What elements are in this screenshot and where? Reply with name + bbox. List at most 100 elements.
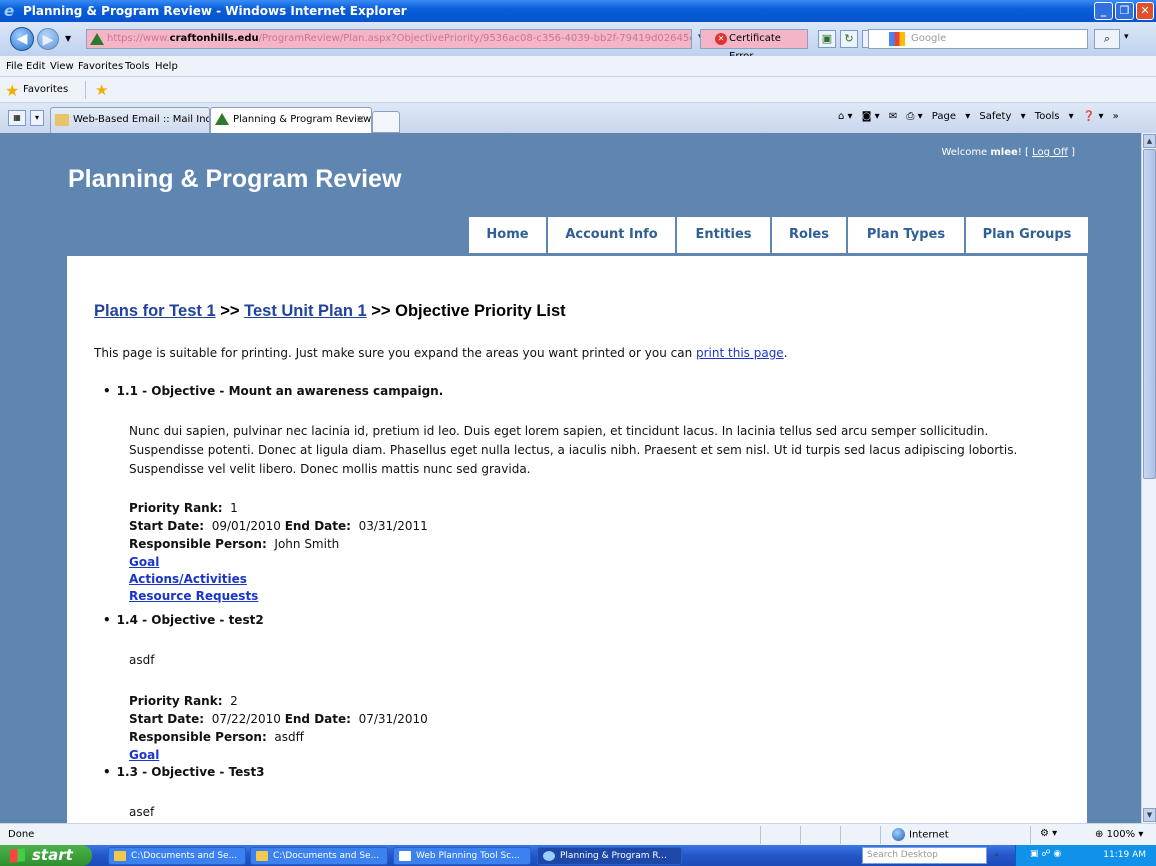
nav-account-info[interactable]: Account Info xyxy=(548,217,677,253)
scroll-up-icon[interactable]: ▲ xyxy=(1143,134,1156,148)
taskbar-item-ie[interactable]: Planning & Program R... xyxy=(537,847,682,865)
objective-description: asef xyxy=(129,805,155,819)
clock: 11:19 AM xyxy=(1103,850,1146,860)
favorites-star-icon[interactable]: ★ xyxy=(5,81,19,100)
favorites-button[interactable]: Favorites xyxy=(23,84,68,95)
google-icon xyxy=(889,32,905,46)
print-page-link[interactable]: print this page xyxy=(696,346,784,360)
goal-link[interactable]: Goal xyxy=(129,555,159,569)
taskbar-item-word[interactable]: Web Planning Tool Sc... xyxy=(393,847,531,865)
add-favorite-icon[interactable]: ★ xyxy=(95,81,108,99)
menu-file[interactable]: File xyxy=(6,61,23,72)
actions-activities-link[interactable]: Actions/Activities xyxy=(129,572,247,586)
nav-plan-types[interactable]: Plan Types xyxy=(848,217,966,253)
start-date-value: 07/22/2010 xyxy=(211,712,281,726)
menu-favorites[interactable]: Favorites xyxy=(78,61,123,72)
search-button[interactable]: ⌕ xyxy=(1094,29,1120,49)
tools-menu-label: Tools xyxy=(1034,111,1060,122)
page-menu[interactable]: Page ▾ xyxy=(932,111,970,122)
tab-list-dropdown-icon[interactable]: ▾ xyxy=(30,110,44,126)
feeds-icon[interactable]: ◙ ▾ xyxy=(862,111,880,122)
menu-help[interactable]: Help xyxy=(155,61,178,72)
start-button[interactable]: start xyxy=(0,845,92,866)
logoff-link[interactable]: Log Off xyxy=(1032,147,1068,158)
breadcrumb-unit-plan-link[interactable]: Test Unit Plan 1 xyxy=(244,302,367,320)
close-tab-icon[interactable]: ✕ xyxy=(356,108,365,132)
responsible-value: asdff xyxy=(274,730,304,744)
responsible-person: Responsible Person: asdff xyxy=(129,730,304,744)
refresh-icon[interactable]: ↻ xyxy=(840,30,858,48)
protected-mode-icon[interactable]: ⚙ ▾ xyxy=(1040,828,1057,839)
end-date-value: 07/31/2010 xyxy=(358,712,428,726)
safety-menu[interactable]: Safety ▾ xyxy=(979,111,1025,122)
chevron-right-icon[interactable]: » xyxy=(1113,111,1119,122)
objective-heading-text: 1.3 - Objective - Test3 xyxy=(116,765,265,779)
taskbar: start C:\Documents and Se... C:\Document… xyxy=(0,845,1156,866)
desktop-search-input[interactable]: Search Desktop ⌕ xyxy=(862,847,999,864)
home-icon[interactable]: ⌂ ▾ xyxy=(838,111,853,122)
breadcrumb-separator: >> xyxy=(366,302,396,320)
scroll-down-icon[interactable]: ▼ xyxy=(1143,808,1156,822)
address-input[interactable]: https://www.craftonhills.edu/ProgramRevi… xyxy=(86,29,692,49)
resource-requests-link[interactable]: Resource Requests xyxy=(129,589,258,603)
status-divider xyxy=(800,826,801,844)
scroll-thumb[interactable] xyxy=(1143,149,1156,479)
objective-description: Nunc dui sapien, pulvinar nec lacinia id… xyxy=(129,424,1018,476)
quick-tabs-icon[interactable]: ▦ xyxy=(8,110,26,126)
maximize-button[interactable]: ❐ xyxy=(1115,2,1134,20)
menu-view[interactable]: View xyxy=(50,61,74,72)
end-date-value: 03/31/2011 xyxy=(358,519,428,533)
end-date-label: End Date: xyxy=(284,519,351,533)
start-date-label: Start Date: xyxy=(129,712,205,726)
date-range: Start Date: 07/22/2010 End Date: 07/31/2… xyxy=(129,712,428,726)
security-zone[interactable]: Internet xyxy=(892,828,949,841)
url-prefix: https://www. xyxy=(107,33,170,44)
menu-tools[interactable]: Tools xyxy=(125,61,150,72)
read-mail-icon[interactable]: ✉ xyxy=(889,111,897,122)
search-input[interactable]: Google xyxy=(868,29,1088,49)
breadcrumb-plans-link[interactable]: Plans for Test 1 xyxy=(94,302,216,320)
priority-rank-label: Priority Rank: xyxy=(129,694,223,708)
minimize-button[interactable]: _ xyxy=(1094,2,1113,20)
compatibility-view-icon[interactable]: ▣ xyxy=(818,30,836,48)
help-icon[interactable]: ❓ ▾ xyxy=(1083,111,1104,122)
priority-rank: Priority Rank: 2 xyxy=(129,694,238,708)
tab-webmail[interactable]: Web-Based Email :: Mail Inde... xyxy=(50,107,210,133)
print-icon[interactable]: ⎙ ▾ xyxy=(906,111,922,122)
start-date-value: 09/01/2010 xyxy=(211,519,281,533)
taskbar-item-explorer-1[interactable]: C:\Documents and Se... xyxy=(108,847,246,865)
certificate-error-button[interactable]: ✕ Certificate Error xyxy=(700,29,808,62)
status-bar: Done Internet ⚙ ▾ ⊕ 100% ▾ xyxy=(0,823,1156,845)
back-button[interactable]: ◀ xyxy=(10,27,34,51)
tray-icons[interactable]: ▣ ☍ ◉ xyxy=(1030,849,1061,859)
search-options-icon[interactable]: ▾ xyxy=(1124,32,1129,42)
nav-plan-groups[interactable]: Plan Groups xyxy=(966,217,1088,253)
search-icon[interactable]: ⌕ xyxy=(994,848,999,863)
welcome-prefix: Welcome xyxy=(941,147,991,158)
priority-rank-label: Priority Rank: xyxy=(129,501,223,515)
nav-roles[interactable]: Roles xyxy=(772,217,848,253)
goal-link[interactable]: Goal xyxy=(129,748,159,762)
task-label: C:\Documents and Se... xyxy=(273,851,380,861)
welcome-text: Welcome mlee! [ Log Off ] xyxy=(941,147,1075,158)
desktop-search-placeholder: Search Desktop xyxy=(867,850,938,860)
nav-entities[interactable]: Entities xyxy=(677,217,772,253)
zoom-control[interactable]: ⊕ 100% ▾ xyxy=(1095,829,1143,840)
vertical-scrollbar[interactable]: ▲ ▼ xyxy=(1141,133,1156,823)
priority-rank-value: 1 xyxy=(230,501,238,515)
menu-edit[interactable]: Edit xyxy=(26,61,45,72)
recent-pages-dropdown[interactable]: ▼ xyxy=(65,34,71,43)
tools-menu[interactable]: Tools ▾ xyxy=(1035,111,1074,122)
status-text: Done xyxy=(8,829,35,840)
main-nav: Home Account Info Entities Roles Plan Ty… xyxy=(469,217,1088,253)
favorites-divider xyxy=(85,81,86,99)
menu-bar: File Edit View Favorites Tools Help xyxy=(0,56,1156,77)
close-button[interactable]: ✕ xyxy=(1136,2,1154,20)
tab-planning-review[interactable]: Planning & Program Review ✕ xyxy=(210,107,372,133)
tab-bar: ▦ ▾ Web-Based Email :: Mail Inde... Plan… xyxy=(0,103,1156,133)
objective-heading: • 1.4 - Objective - test2 xyxy=(103,613,264,627)
nav-home[interactable]: Home xyxy=(469,217,548,253)
new-tab-button[interactable] xyxy=(372,111,400,133)
forward-button[interactable]: ▶ xyxy=(37,28,59,50)
taskbar-item-explorer-2[interactable]: C:\Documents and Se... xyxy=(250,847,388,865)
